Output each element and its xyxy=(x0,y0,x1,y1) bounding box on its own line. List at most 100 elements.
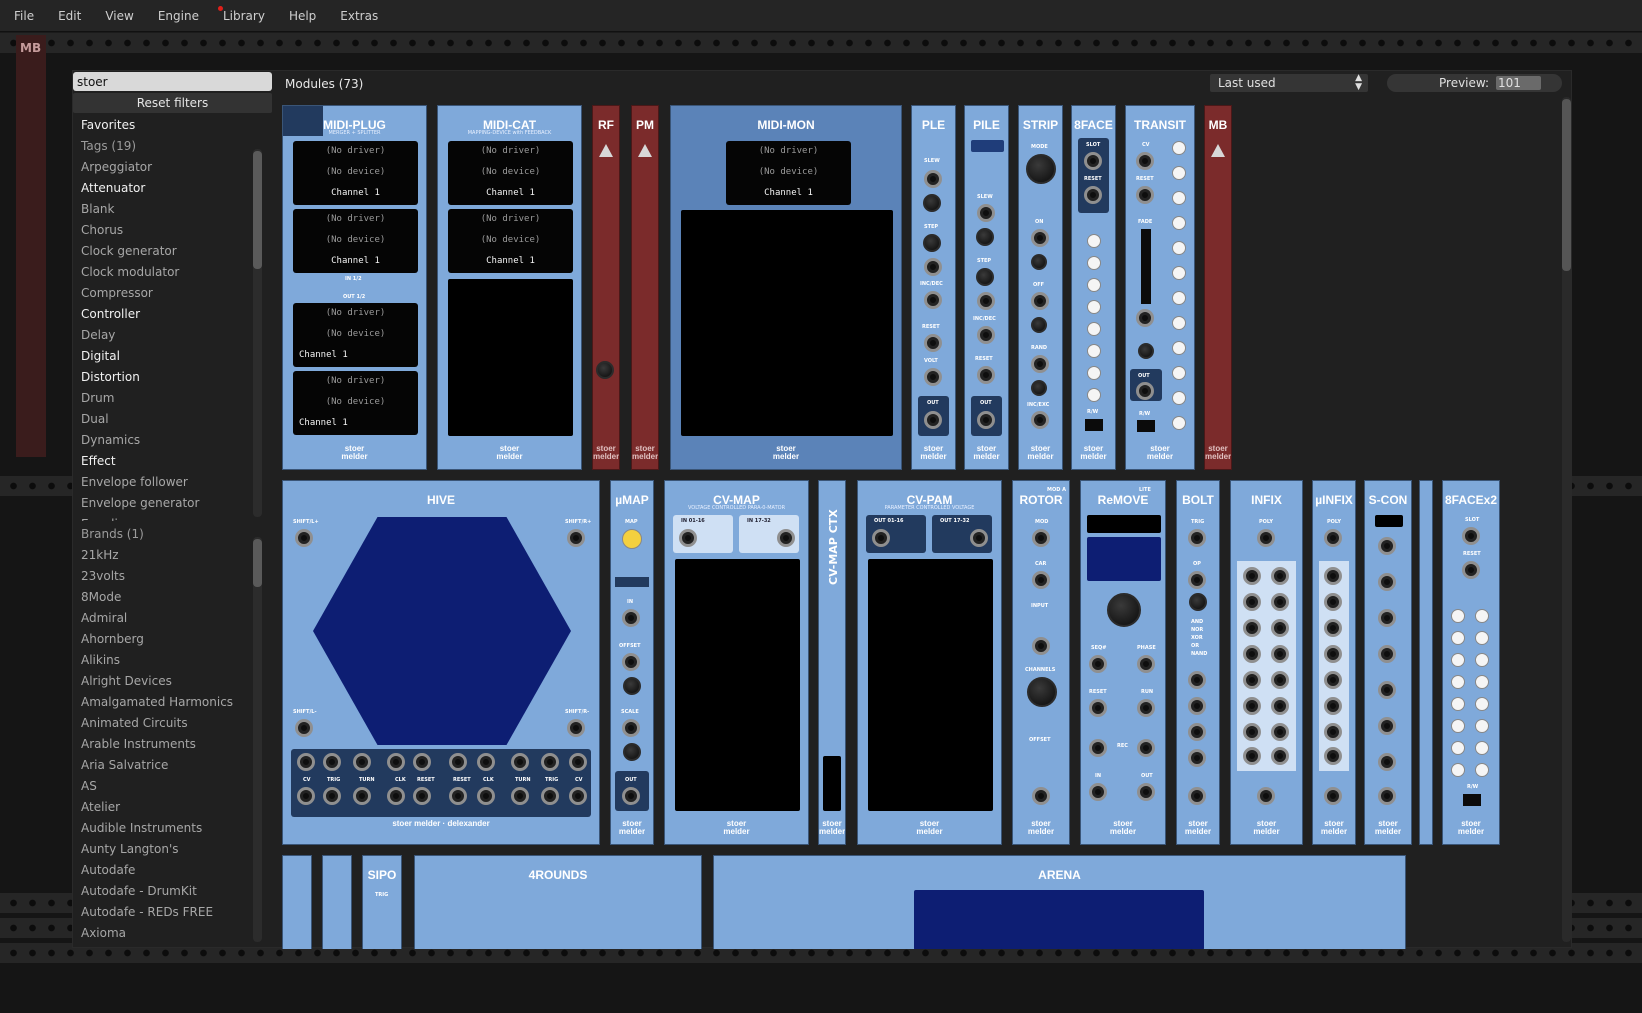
jack[interactable] xyxy=(622,609,640,627)
module-rotor[interactable]: ROTOR MOD A MOD CAR INPUT CHANNELS OFFSE… xyxy=(1012,480,1070,845)
jack[interactable] xyxy=(387,787,405,805)
module-sipo[interactable]: SIPO TRIG xyxy=(362,855,402,949)
module-midi-cat[interactable]: MIDI-CAT MAPPING-DEVICE with FEEDBACK (N… xyxy=(437,105,582,470)
knob[interactable] xyxy=(623,743,641,761)
fade-slider[interactable] xyxy=(1141,229,1151,304)
module-8face[interactable]: 8FACE SLOT RESET R/W stoer melder xyxy=(1071,105,1116,470)
preview-slider[interactable]: Preview: 101 xyxy=(1387,74,1562,92)
jack[interactable] xyxy=(1136,309,1154,327)
jack[interactable] xyxy=(622,719,640,737)
jack[interactable] xyxy=(297,753,315,771)
jack[interactable] xyxy=(977,326,995,344)
slot-led[interactable] xyxy=(1087,300,1101,314)
jack[interactable] xyxy=(977,292,995,310)
slot-led[interactable] xyxy=(1451,719,1465,733)
jack[interactable] xyxy=(1188,671,1206,689)
menu-library[interactable]: Library xyxy=(217,5,265,23)
module-pm[interactable]: PM stoer melder xyxy=(631,105,659,470)
module-narrow-blank[interactable] xyxy=(1419,480,1433,845)
jack[interactable] xyxy=(924,170,942,188)
slot-led[interactable] xyxy=(1172,141,1186,155)
brand-item[interactable]: Ahornberg xyxy=(73,629,255,650)
brand-item[interactable]: Arable Instruments xyxy=(73,734,255,755)
knob[interactable] xyxy=(976,268,994,286)
brands-scrollbar-thumb[interactable] xyxy=(253,539,262,587)
jack[interactable] xyxy=(1089,699,1107,717)
jack[interactable] xyxy=(924,258,942,276)
mapping-list-screen[interactable] xyxy=(868,559,993,811)
jack[interactable] xyxy=(1378,573,1396,591)
jack[interactable] xyxy=(1324,645,1342,663)
jack[interactable] xyxy=(387,753,405,771)
knob[interactable] xyxy=(1138,343,1154,359)
module-s-con[interactable]: S-CON stoer melder xyxy=(1364,480,1412,845)
jack[interactable] xyxy=(1243,671,1261,689)
brand-item[interactable]: 23volts xyxy=(73,566,255,587)
mapping-list-screen[interactable] xyxy=(675,559,800,811)
slot-led[interactable] xyxy=(1451,609,1465,623)
jack[interactable] xyxy=(353,753,371,771)
module-midi-plug[interactable]: MIDI-PLUG MERGER + SPLITTER (No driver) … xyxy=(282,105,427,470)
jack[interactable] xyxy=(924,334,942,352)
slot-led[interactable] xyxy=(1172,166,1186,180)
jack[interactable] xyxy=(1462,527,1480,545)
out-jack[interactable] xyxy=(1324,787,1342,805)
jack[interactable] xyxy=(1188,571,1206,589)
menu-help[interactable]: Help xyxy=(289,9,316,23)
slot-led[interactable] xyxy=(1475,675,1489,689)
jack[interactable] xyxy=(567,529,585,547)
jack[interactable] xyxy=(1378,645,1396,663)
jack[interactable] xyxy=(1271,671,1289,689)
jack[interactable] xyxy=(511,753,529,771)
tag-item[interactable]: Effect xyxy=(73,451,255,472)
tag-item[interactable]: Envelope follower xyxy=(73,472,255,493)
button[interactable] xyxy=(1031,254,1047,270)
jack[interactable] xyxy=(1271,567,1289,585)
poly-jack[interactable] xyxy=(679,529,697,547)
slot-led[interactable] xyxy=(1475,697,1489,711)
midi-display[interactable]: (No driver) (No device) Channel 1 xyxy=(448,209,573,273)
jack[interactable] xyxy=(449,787,467,805)
jack[interactable] xyxy=(1031,355,1049,373)
slot-led[interactable] xyxy=(1451,675,1465,689)
menu-view[interactable]: View xyxy=(105,9,133,23)
knob[interactable] xyxy=(596,361,614,379)
module-arena[interactable]: ARENA xyxy=(713,855,1406,949)
brand-item[interactable]: Alright Devices xyxy=(73,671,255,692)
jack[interactable] xyxy=(1243,747,1261,765)
module-remove[interactable]: ReMOVE LITE SEQ# PHASE RESET RUN REC IN … xyxy=(1080,480,1166,845)
jack[interactable] xyxy=(1378,681,1396,699)
jack[interactable] xyxy=(295,719,313,737)
slot-led[interactable] xyxy=(1087,366,1101,380)
brand-item[interactable]: Admiral xyxy=(73,608,255,629)
jack[interactable] xyxy=(477,787,495,805)
out-jack[interactable] xyxy=(1188,787,1206,805)
jack[interactable] xyxy=(1084,152,1102,170)
brand-item[interactable]: Animated Circuits xyxy=(73,713,255,734)
jack[interactable] xyxy=(1137,655,1155,673)
tag-item[interactable]: Envelope generator xyxy=(73,493,255,514)
jack[interactable] xyxy=(1243,619,1261,637)
tag-item[interactable]: Attenuator xyxy=(73,178,255,199)
jack[interactable] xyxy=(1271,697,1289,715)
module-ple[interactable]: PLE SLEW STEP INC/DEC RESET VOLT OUT sto… xyxy=(911,105,956,470)
jack[interactable] xyxy=(1324,723,1342,741)
jack[interactable] xyxy=(511,787,529,805)
button[interactable] xyxy=(1031,380,1047,396)
jack[interactable] xyxy=(567,719,585,737)
menu-edit[interactable]: Edit xyxy=(58,9,81,23)
channels-knob[interactable] xyxy=(1027,677,1057,707)
tag-item[interactable]: Equalizer xyxy=(73,514,255,521)
brand-item[interactable]: Autodafe xyxy=(73,860,255,881)
slot-led[interactable] xyxy=(1172,316,1186,330)
knob[interactable] xyxy=(976,228,994,246)
jack[interactable] xyxy=(1188,723,1206,741)
slot-led[interactable] xyxy=(1475,653,1489,667)
tag-item[interactable]: Chorus xyxy=(73,220,255,241)
slot-led[interactable] xyxy=(1172,391,1186,405)
jack[interactable] xyxy=(413,753,431,771)
jack[interactable] xyxy=(1324,619,1342,637)
brand-item[interactable]: Axioma xyxy=(73,923,255,944)
module-transit[interactable]: TRANSIT CV RESET FADE OUT R/W stoer meld… xyxy=(1125,105,1195,470)
tag-item[interactable]: Blank xyxy=(73,199,255,220)
